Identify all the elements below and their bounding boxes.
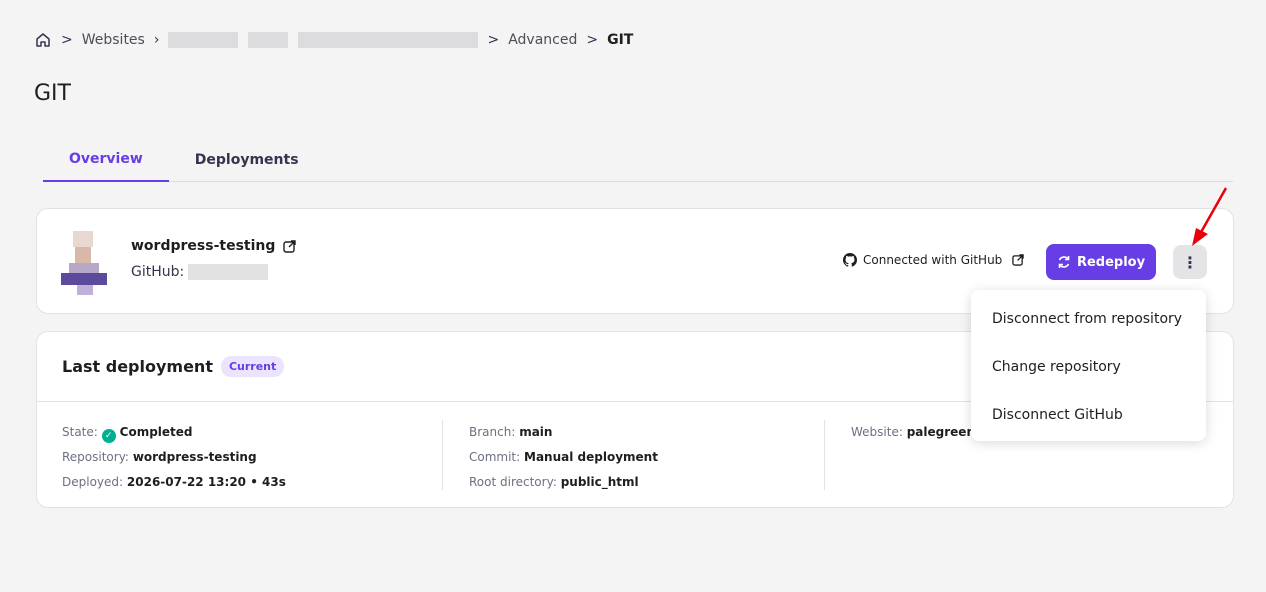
- deployment-column-1: State: ✓ Completed Repository: wordpress-…: [62, 420, 286, 495]
- root-directory-value: public_html: [560, 475, 639, 489]
- avatar: [61, 231, 107, 295]
- repo-name: wordpress-testing: [131, 238, 276, 254]
- github-account-redacted: [188, 264, 269, 280]
- menu-item-change-repository[interactable]: Change repository: [971, 343, 1206, 391]
- deployed-value: 2026-07-22 13:20 • 43s: [126, 475, 286, 489]
- repository-row: Repository: wordpress-testing: [62, 445, 286, 470]
- column-divider: [442, 420, 443, 490]
- state-value: Completed: [119, 425, 193, 439]
- breadcrumb: > Websites › > Advanced > GIT: [34, 30, 633, 50]
- commit-label: Commit:: [469, 450, 521, 464]
- page-title: GIT: [34, 81, 71, 106]
- deployment-column-2: Branch: main Commit: Manual deployment R…: [469, 420, 658, 495]
- website-value: palegreen: [906, 425, 975, 439]
- redeploy-label: Redeploy: [1076, 254, 1146, 270]
- breadcrumb-websites[interactable]: Websites: [82, 32, 145, 48]
- state-label: State:: [62, 425, 98, 439]
- chevron-right-icon: >: [586, 32, 599, 48]
- tab-overview[interactable]: Overview: [43, 138, 169, 182]
- branch-value: main: [519, 425, 553, 439]
- check-circle-icon: ✓: [101, 429, 116, 443]
- column-divider: [824, 420, 825, 490]
- external-link-icon: [1012, 254, 1025, 266]
- commit-row: Commit: Manual deployment: [469, 445, 658, 470]
- redeploy-button[interactable]: Redeploy: [1046, 244, 1156, 280]
- external-link-icon: [283, 239, 297, 253]
- branch-label: Branch:: [469, 425, 516, 439]
- home-icon[interactable]: [34, 31, 52, 49]
- more-options-menu: Disconnect from repository Change reposi…: [971, 290, 1206, 441]
- repository-label: Repository:: [62, 450, 129, 464]
- breadcrumb-current: GIT: [607, 32, 634, 48]
- status-badge: Current: [220, 356, 285, 377]
- more-options-button[interactable]: ⋮: [1173, 245, 1207, 279]
- repo-name-link[interactable]: wordpress-testing: [131, 238, 297, 254]
- root-directory-row: Root directory: public_html: [469, 470, 658, 495]
- connected-github-link[interactable]: Connected with GitHub: [843, 253, 1025, 267]
- annotation-arrow-icon: [1192, 187, 1228, 246]
- website-label: Website:: [851, 425, 903, 439]
- chevron-right-icon: ›: [153, 32, 160, 48]
- deployment-column-3: Website: palegreen: [851, 420, 975, 445]
- deployment-title: Last deployment: [62, 357, 213, 376]
- menu-item-disconnect-repository[interactable]: Disconnect from repository: [971, 295, 1206, 343]
- commit-value: Manual deployment: [524, 450, 658, 464]
- deployed-label: Deployed:: [62, 475, 124, 489]
- tab-deployments[interactable]: Deployments: [169, 138, 325, 182]
- repo-github-account: GitHub:: [131, 264, 269, 280]
- more-vertical-icon: ⋮: [1182, 252, 1198, 272]
- state-row: State: ✓ Completed: [62, 420, 286, 445]
- github-icon: [843, 253, 857, 267]
- root-directory-label: Root directory:: [469, 475, 557, 489]
- branch-row: Branch: main: [469, 420, 658, 445]
- repository-value: wordpress-testing: [132, 450, 257, 464]
- tab-bar: Overview Deployments: [43, 138, 1233, 182]
- menu-item-disconnect-github[interactable]: Disconnect GitHub: [971, 391, 1206, 439]
- refresh-icon: [1057, 255, 1071, 269]
- deployed-row: Deployed: 2026-07-22 13:20 • 43s: [62, 470, 286, 495]
- breadcrumb-advanced[interactable]: Advanced: [508, 32, 577, 48]
- website-row: Website: palegreen: [851, 420, 975, 445]
- connected-github-label: Connected with GitHub: [863, 253, 1003, 267]
- chevron-right-icon: >: [61, 32, 73, 48]
- chevron-right-icon: >: [487, 32, 500, 48]
- github-prefix: GitHub:: [131, 264, 185, 280]
- breadcrumb-site-redacted[interactable]: [168, 32, 479, 48]
